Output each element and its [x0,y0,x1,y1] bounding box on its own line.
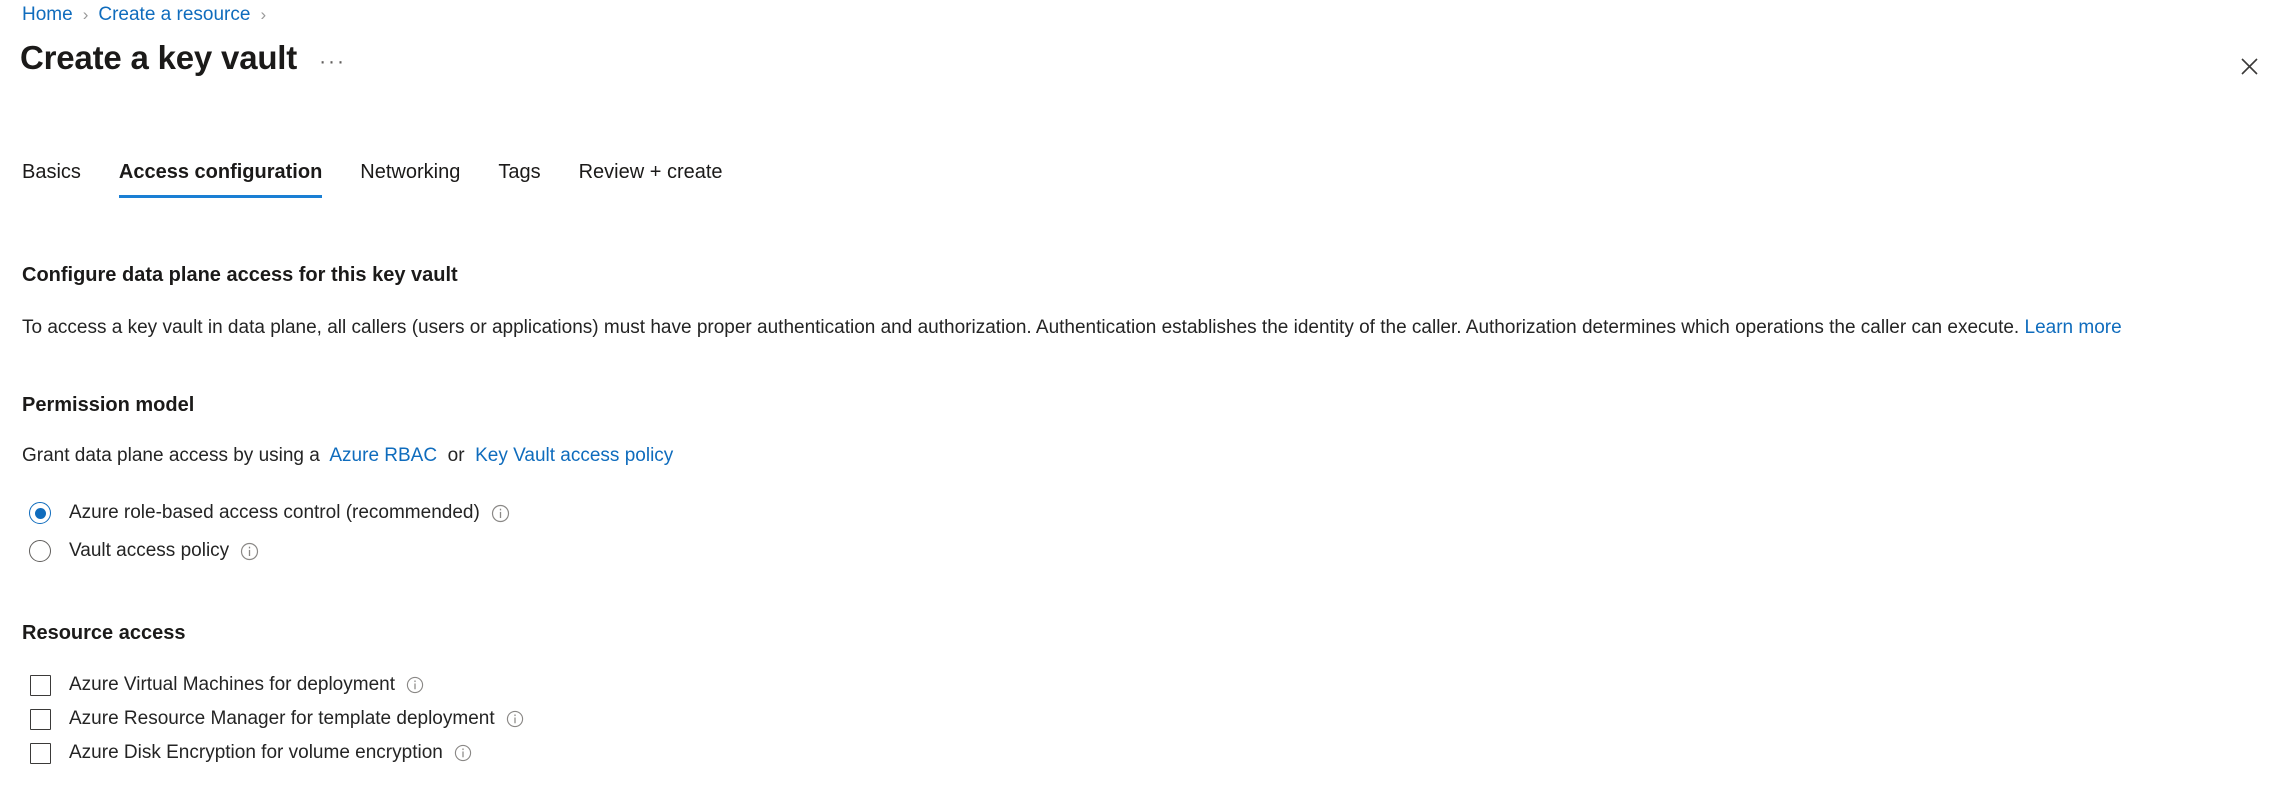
permission-description-prefix: Grant data plane access by using a [22,445,320,466]
more-options-button[interactable]: ··· [319,51,346,72]
tab-basics[interactable]: Basics [22,160,81,198]
permission-model-heading: Permission model [22,394,195,416]
breadcrumb-separator-icon: › [82,5,89,24]
tab-review-create[interactable]: Review + create [579,160,723,198]
info-icon[interactable] [406,676,425,695]
tab-bar: Basics Access configuration Networking T… [22,160,761,206]
resource-access-section: Resource access Azure Virtual Machines f… [22,620,2259,770]
checkbox-azure-resource-manager[interactable]: Azure Resource Manager for template depl… [22,702,2259,736]
checkbox-azure-disk-encryption-label: Azure Disk Encryption for volume encrypt… [69,742,443,763]
tab-tags[interactable]: Tags [498,160,540,198]
info-icon-glyph [407,676,424,694]
checkbox-azure-disk-encryption[interactable]: Azure Disk Encryption for volume encrypt… [22,736,2259,770]
learn-more-link[interactable]: Learn more [2025,317,2122,338]
info-icon[interactable] [454,744,473,763]
info-icon[interactable] [240,542,259,561]
title-row: Create a key vault ··· [20,38,346,78]
checkbox-azure-virtual-machines-label: Azure Virtual Machines for deployment [69,674,395,695]
checkbox-azure-resource-manager-control[interactable] [30,708,51,730]
permission-description-or: or [447,445,465,466]
checkbox-azure-resource-manager-label: Azure Resource Manager for template depl… [69,708,495,729]
info-icon-glyph [241,542,259,560]
radio-selected-dot [34,507,46,519]
azure-rbac-link[interactable]: Azure RBAC [329,445,437,466]
close-button[interactable] [2231,48,2267,84]
info-icon-glyph [455,744,472,762]
checkbox-azure-virtual-machines-control[interactable] [30,674,51,696]
checkbox-azure-disk-encryption-control[interactable] [30,742,51,764]
tab-access-configuration[interactable]: Access configuration [118,160,323,198]
key-vault-access-policy-link[interactable]: Key Vault access policy [475,445,673,466]
create-key-vault-blade: Home › Create a resource › Create a key … [0,0,2289,796]
info-icon[interactable] [506,710,525,729]
radio-vault-access-policy-label: Vault access policy [69,540,230,561]
breadcrumb-separator-icon: › [260,5,267,24]
close-icon [2240,57,2258,75]
permission-model-section: Permission model Grant data plane access… [22,392,2259,570]
info-icon-glyph [506,710,524,728]
permission-model-description: Grant data plane access by using a Azure… [22,443,2259,469]
main-content: Configure data plane access for this key… [22,262,2259,770]
breadcrumb: Home › Create a resource › [22,3,276,27]
permission-model-radio-group: Azure role-based access control (recomme… [22,494,2259,570]
info-icon-glyph [491,504,509,522]
checkbox-azure-virtual-machines[interactable]: Azure Virtual Machines for deployment [22,668,2259,702]
info-icon[interactable] [491,504,510,523]
tab-networking[interactable]: Networking [360,160,460,198]
configure-description-text: To access a key vault in data plane, all… [22,317,2020,338]
breadcrumb-item-create-a-resource[interactable]: Create a resource [98,3,250,27]
configure-data-plane-heading: Configure data plane access for this key… [22,264,458,286]
radio-azure-rbac-control[interactable] [29,502,51,524]
radio-azure-rbac[interactable]: Azure role-based access control (recomme… [22,494,2259,532]
resource-access-checkbox-group: Azure Virtual Machines for deployment Az… [22,668,2259,770]
resource-access-heading: Resource access [22,622,186,644]
radio-vault-access-policy-control[interactable] [29,540,51,562]
radio-vault-access-policy[interactable]: Vault access policy [22,532,2259,570]
configure-data-plane-description: To access a key vault in data plane, all… [22,315,2259,341]
page-title: Create a key vault [20,39,298,76]
radio-azure-rbac-label: Azure role-based access control (recomme… [69,502,480,523]
breadcrumb-item-home[interactable]: Home [22,3,73,27]
